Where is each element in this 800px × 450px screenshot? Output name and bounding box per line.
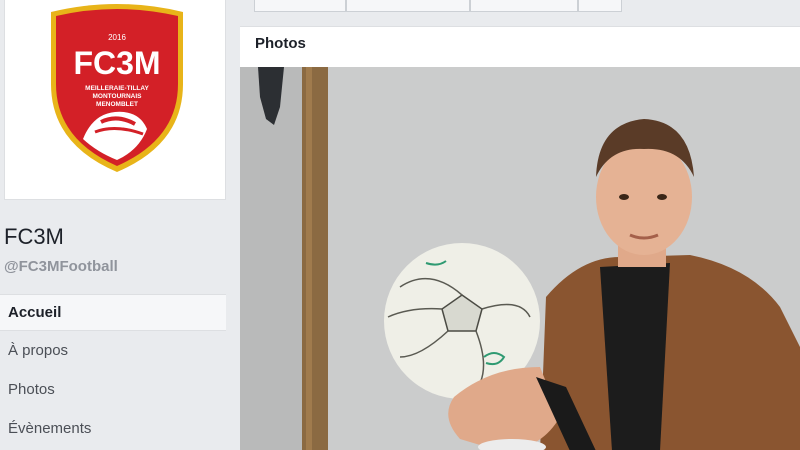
toolbar-button-3[interactable] <box>470 0 578 12</box>
featured-photo[interactable] <box>240 67 800 450</box>
nav-item-evenements[interactable]: Évènements <box>0 409 226 448</box>
page-nav: Accueil À propos Photos Évènements <box>0 294 226 448</box>
logo-line-2: MONTOURNAIS <box>93 93 143 100</box>
logo-line-3: MENOMBLET <box>96 101 138 108</box>
page-name[interactable]: FC3M <box>4 224 64 250</box>
photos-section-title[interactable]: Photos <box>255 35 306 52</box>
left-column: 2016 FC3M MEILLERAIE-TILLAY MONTOURNAIS … <box>0 0 240 450</box>
toolbar-button-2[interactable] <box>346 0 470 12</box>
toolbar-more-button[interactable] <box>578 0 622 12</box>
logo-text: FC3M <box>73 45 160 81</box>
toolbar-button-1[interactable] <box>254 0 346 12</box>
photo-image <box>240 67 800 450</box>
profile-picture[interactable]: 2016 FC3M MEILLERAIE-TILLAY MONTOURNAIS … <box>4 0 226 200</box>
logo-line-1: MEILLERAIE-TILLAY <box>85 85 149 92</box>
photos-card: Photos <box>240 26 800 450</box>
club-crest-logo: 2016 FC3M MEILLERAIE-TILLAY MONTOURNAIS … <box>51 4 183 172</box>
nav-item-photos[interactable]: Photos <box>0 370 226 409</box>
action-toolbar <box>254 0 622 12</box>
nav-item-accueil[interactable]: Accueil <box>0 294 226 331</box>
logo-year: 2016 <box>108 33 126 42</box>
nav-item-a-propos[interactable]: À propos <box>0 331 226 370</box>
page-handle[interactable]: @FC3MFootball <box>4 258 118 275</box>
